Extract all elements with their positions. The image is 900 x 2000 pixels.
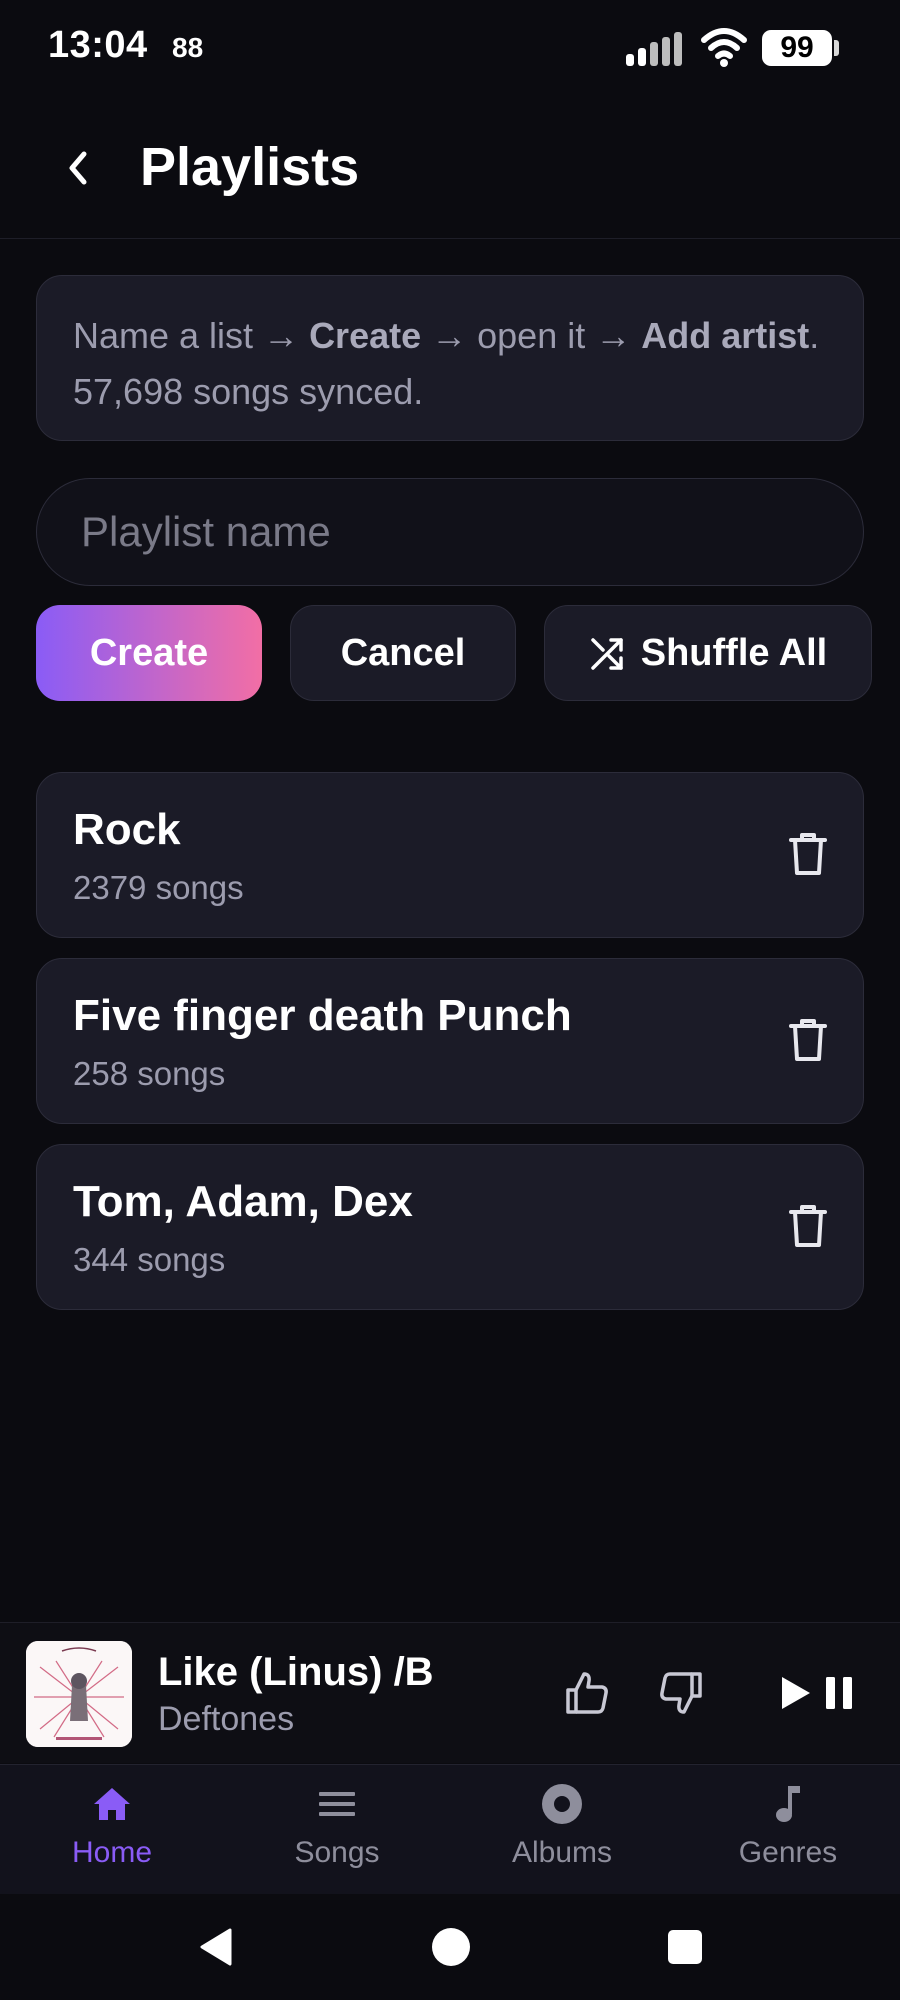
playlist-song-count: 258 songs: [73, 1055, 226, 1092]
album-art[interactable]: [26, 1641, 132, 1747]
nav-songs[interactable]: Songs: [257, 1782, 417, 1882]
nav-albums-label: Albums: [511, 1836, 613, 1869]
signal-icon: [626, 32, 682, 66]
playlist-song-count: 344 songs: [73, 1241, 226, 1278]
page-title: Playlists: [140, 137, 360, 197]
mini-player[interactable]: [0, 1623, 900, 1763]
wifi-icon: [701, 28, 747, 67]
nav-home[interactable]: Home: [32, 1782, 192, 1882]
system-recents-icon[interactable]: [662, 1924, 708, 1970]
trash-icon[interactable]: [783, 1201, 833, 1251]
disc-icon: [542, 1784, 582, 1824]
nav-albums[interactable]: Albums: [482, 1782, 642, 1882]
nav-songs-label: Songs: [294, 1836, 380, 1869]
nav-genres[interactable]: Genres: [708, 1782, 868, 1882]
cancel-button-label: Cancel: [340, 631, 466, 674]
nav-genres-label: Genres: [738, 1836, 838, 1869]
trash-icon[interactable]: [783, 829, 833, 879]
header-divider: [0, 238, 900, 239]
status-time: 13:04: [48, 24, 148, 66]
info-add-artist-keyword: Add artist: [641, 315, 810, 356]
playlist-name: Five finger death Punch: [73, 991, 572, 1040]
thumbs-up-icon[interactable]: [562, 1668, 612, 1718]
shuffle-icon: [591, 638, 623, 670]
info-create-keyword: Create: [309, 315, 422, 356]
playlist-name: Tom, Adam, Dex: [73, 1177, 413, 1226]
album-cover-image: [26, 1641, 132, 1747]
info-text: → open it →: [421, 315, 642, 356]
playlist-song-count: 2379 songs: [73, 869, 244, 906]
home-icon: [94, 1788, 130, 1820]
chevron-left-icon: [69, 151, 87, 185]
system-home-icon[interactable]: [428, 1924, 474, 1970]
playlist-name: Rock: [73, 805, 181, 854]
music-note-icon: [776, 1786, 800, 1822]
nav-home-label: Home: [71, 1836, 153, 1869]
playlist-name-input[interactable]: [36, 478, 864, 586]
info-text: Name a list →: [73, 315, 310, 356]
create-button[interactable]: Create: [36, 605, 262, 701]
back-button[interactable]: [48, 130, 108, 206]
battery-indicator: 99: [762, 30, 832, 66]
playlist-item[interactable]: Tom, Adam, Dex 344 songs: [36, 1144, 864, 1310]
status-indicator: 88: [172, 32, 204, 63]
battery-nub: [834, 40, 839, 56]
trash-icon[interactable]: [783, 1015, 833, 1065]
shuffle-all-label: Shuffle All: [640, 631, 828, 674]
pause-icon[interactable]: [814, 1668, 864, 1718]
playlist-item[interactable]: Rock 2379 songs: [36, 772, 864, 938]
cancel-button[interactable]: Cancel: [290, 605, 516, 701]
track-artist: Deftones: [158, 1700, 295, 1738]
info-card: Name a list → Create → open it → Add art…: [36, 275, 864, 441]
thumbs-down-icon[interactable]: [656, 1668, 706, 1718]
shuffle-all-button[interactable]: Shuffle All: [544, 605, 872, 701]
playlist-item[interactable]: Five finger death Punch 258 songs: [36, 958, 864, 1124]
track-title: Like (Linus) /B: [158, 1650, 434, 1694]
system-back-icon[interactable]: [194, 1924, 240, 1970]
create-button-label: Create: [89, 631, 209, 674]
play-icon[interactable]: [770, 1668, 820, 1718]
list-icon: [319, 1792, 355, 1816]
